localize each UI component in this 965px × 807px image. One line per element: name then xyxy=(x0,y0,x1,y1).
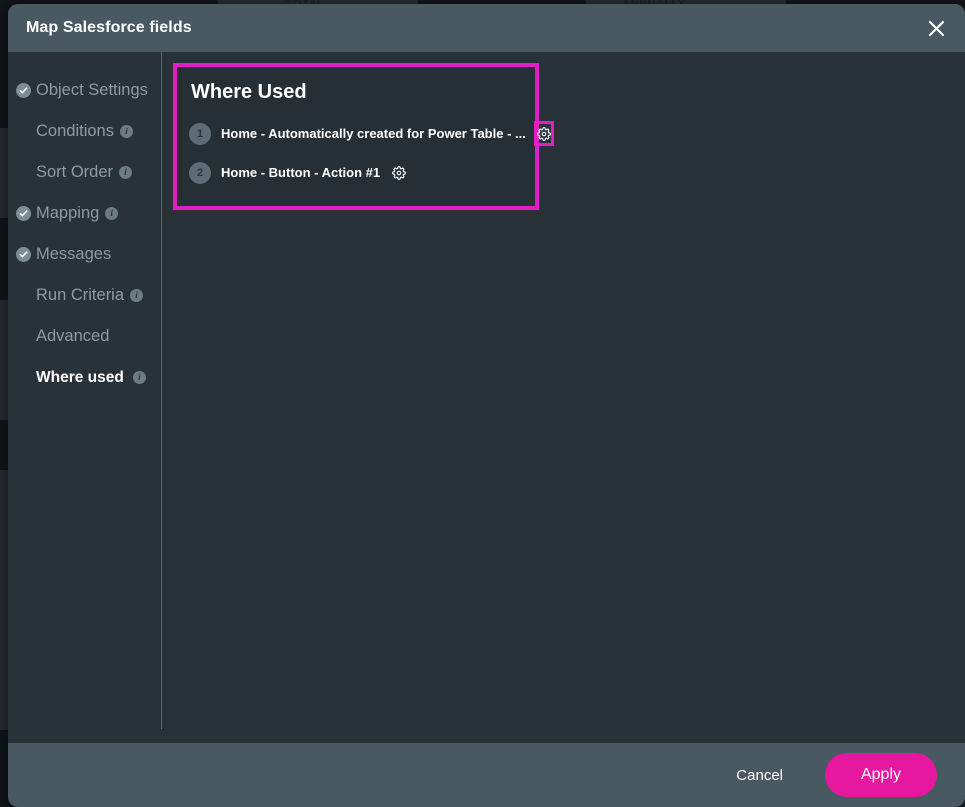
usage-item-label: Home - Automatically created for Power T… xyxy=(221,126,526,141)
backdrop-edge-strip-upper xyxy=(0,128,8,218)
usage-index-badge: 2 xyxy=(189,161,211,184)
sidebar-divider xyxy=(161,52,162,729)
backdrop-edge-strip-lower xyxy=(0,470,8,730)
info-icon[interactable]: i xyxy=(119,125,133,138)
info-icon[interactable]: i xyxy=(119,166,133,179)
sidebar-item-label: Conditions xyxy=(36,122,114,140)
sidebar-item-label: Run Criteria xyxy=(36,286,125,304)
sidebar-item-label: Where used xyxy=(36,368,124,386)
sidebar-item-run-criteria[interactable]: Run Criteria i xyxy=(8,275,162,316)
sidebar-item-where-used[interactable]: Where used i xyxy=(8,357,162,398)
cancel-button[interactable]: Cancel xyxy=(722,759,797,792)
where-used-card: Where Used 1 Home - Automatically create… xyxy=(173,63,554,210)
sidebar-item-conditions[interactable]: Conditions i xyxy=(8,111,162,152)
sidebar-item-label: Object Settings xyxy=(36,81,148,99)
gear-icon[interactable] xyxy=(388,162,410,184)
usage-item-label: Home - Button - Action #1 xyxy=(221,165,381,180)
sidebar-item-advanced[interactable]: Advanced xyxy=(8,316,162,357)
dialog-body: Object Settings Conditions i Sort Order … xyxy=(8,52,965,743)
dialog-title: Map Salesforce fields xyxy=(26,19,192,36)
apply-button[interactable]: Apply xyxy=(825,753,937,797)
sidebar-item-label: Sort Order xyxy=(36,163,114,181)
sidebar-item-mapping[interactable]: Mapping i xyxy=(8,193,162,234)
sidebar-item-sort-order[interactable]: Sort Order i xyxy=(8,152,162,193)
map-salesforce-fields-dialog: Map Salesforce fields Object Settings Co… xyxy=(8,4,965,807)
sidebar-item-label: Mapping xyxy=(36,204,100,222)
sidebar-item-label: Advanced xyxy=(36,327,110,345)
dialog-footer: Cancel Apply xyxy=(8,743,965,807)
close-icon[interactable] xyxy=(921,13,951,43)
list-item[interactable]: 1 Home - Automatically created for Power… xyxy=(189,114,554,153)
info-icon[interactable]: i xyxy=(132,371,146,384)
check-icon xyxy=(16,247,31,262)
dialog-header: Map Salesforce fields xyxy=(8,4,965,52)
sidebar-item-object-settings[interactable]: Object Settings xyxy=(8,70,162,111)
list-item[interactable]: 2 Home - Button - Action #1 xyxy=(189,153,525,192)
usage-index-badge: 1 xyxy=(189,122,211,145)
where-used-title: Where Used xyxy=(191,81,307,103)
sidebar-item-label: Messages xyxy=(36,245,112,263)
check-icon xyxy=(16,83,31,98)
backdrop-edge-strip-mid xyxy=(0,300,8,420)
info-icon[interactable]: i xyxy=(130,289,144,302)
dialog-main-content: Where Used 1 Home - Automatically create… xyxy=(162,52,965,743)
check-icon xyxy=(16,206,31,221)
info-icon[interactable]: i xyxy=(105,207,119,220)
sidebar-item-messages[interactable]: Messages xyxy=(8,234,162,275)
gear-icon[interactable] xyxy=(533,121,554,146)
dialog-sidebar: Object Settings Conditions i Sort Order … xyxy=(8,52,162,743)
